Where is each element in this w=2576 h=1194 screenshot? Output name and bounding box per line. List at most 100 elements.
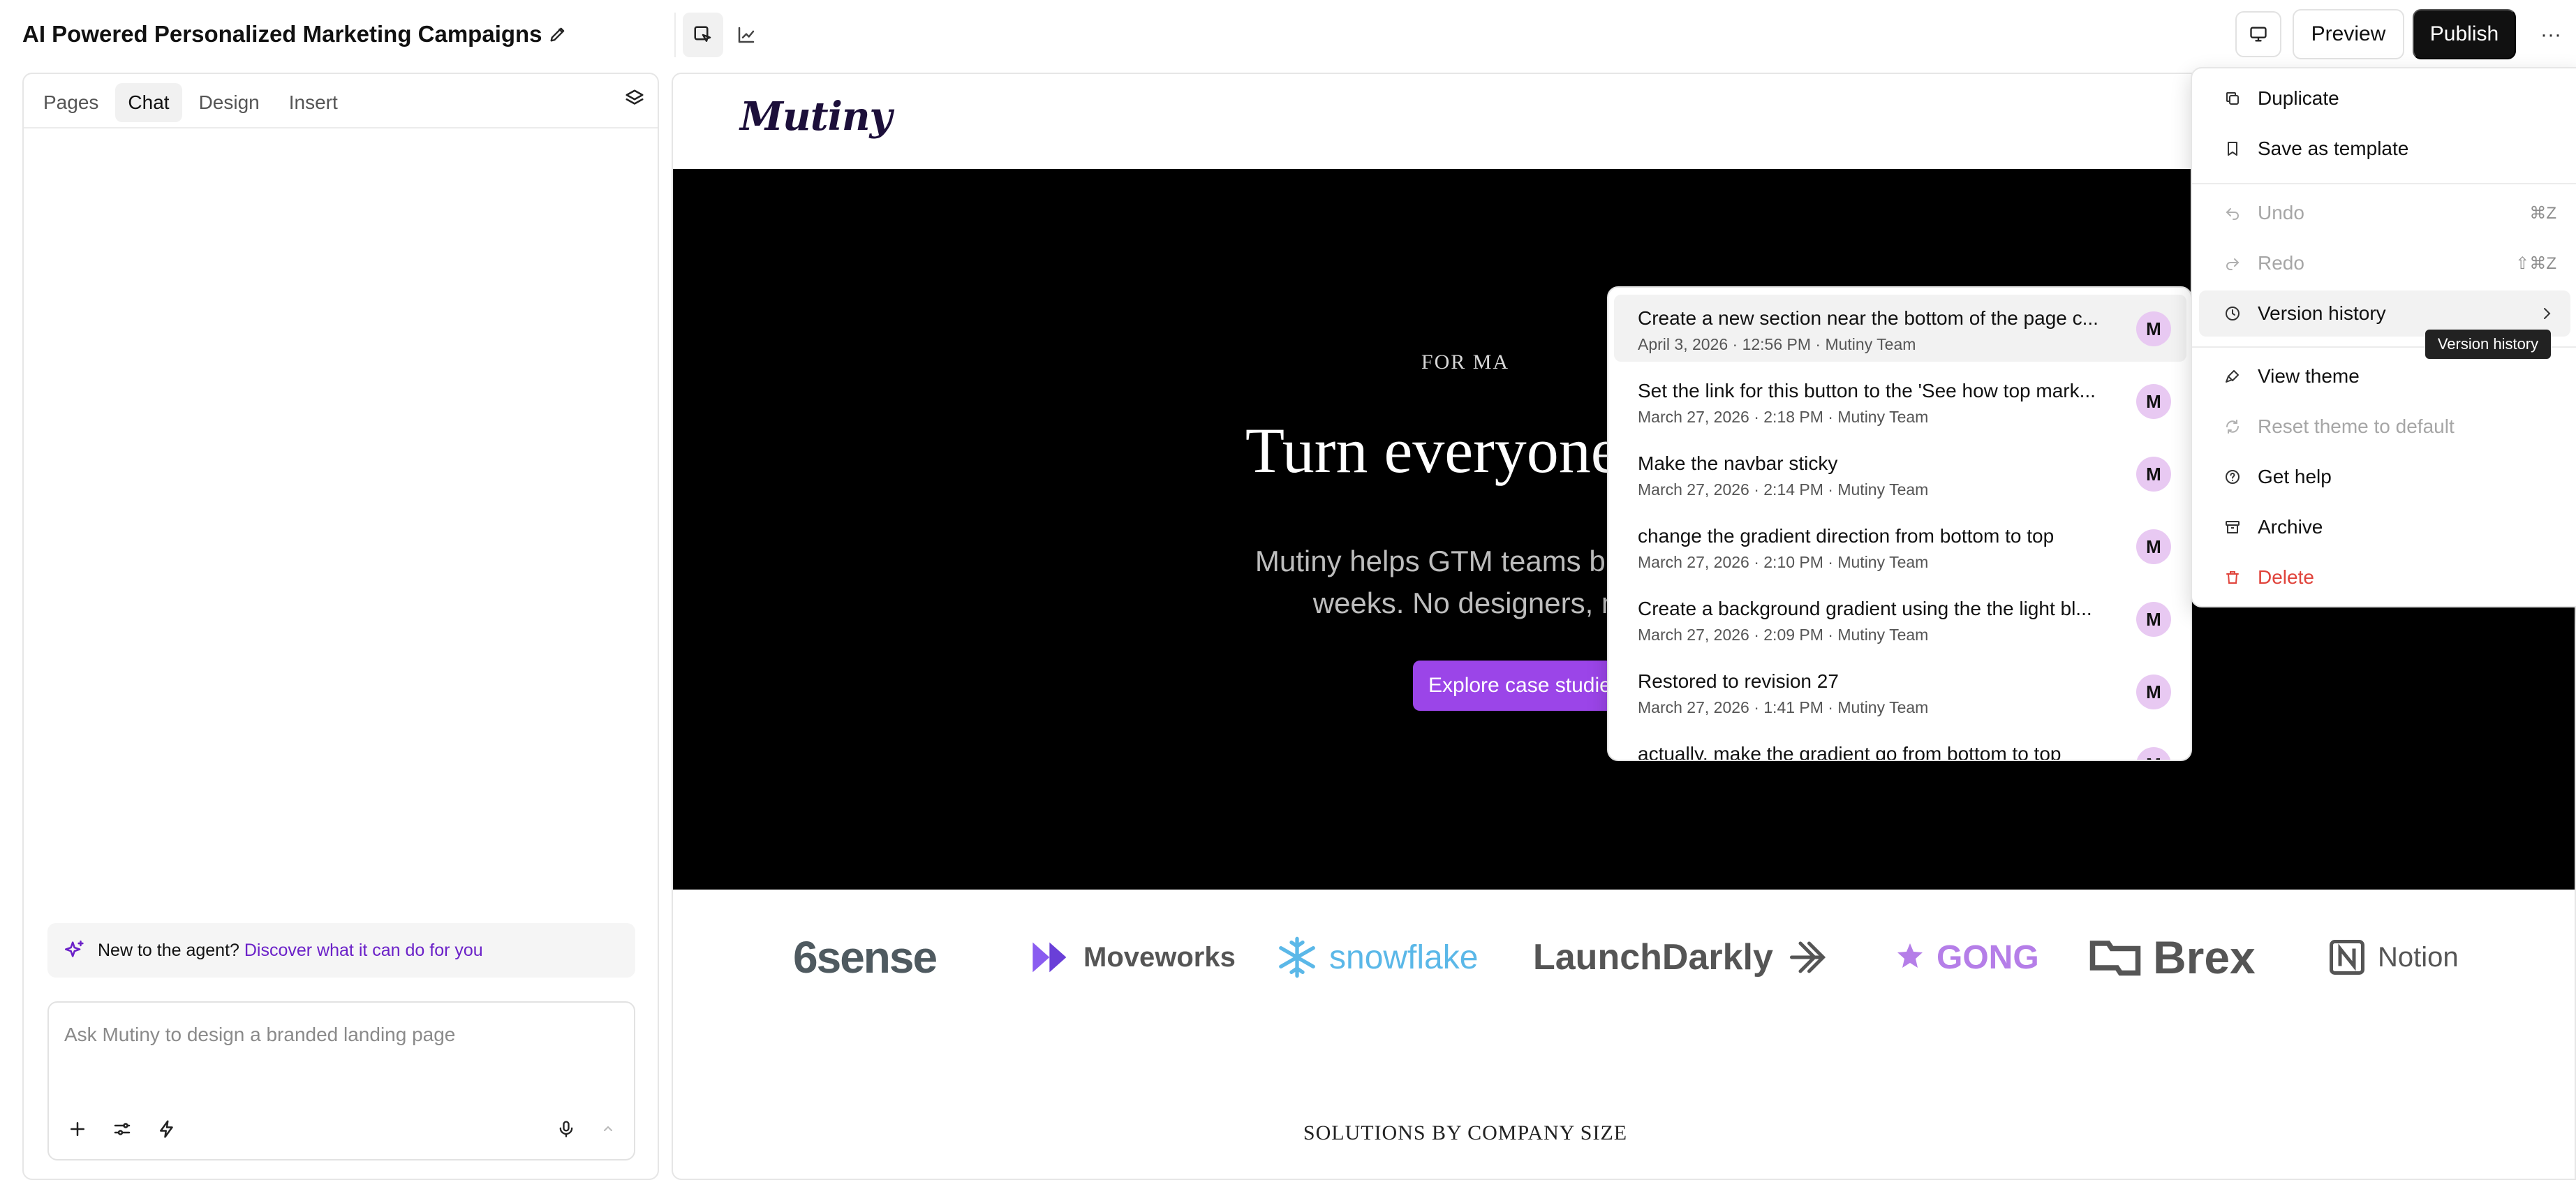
menu-label: Archive bbox=[2258, 516, 2323, 538]
monitor-icon bbox=[2250, 27, 2267, 42]
agent-banner-lead: New to the agent? bbox=[98, 940, 239, 960]
add-attachment-button[interactable] bbox=[59, 1110, 96, 1148]
select-tool-button[interactable] bbox=[683, 13, 723, 57]
undo-icon bbox=[2224, 205, 2241, 221]
brex-mark-icon bbox=[2089, 941, 2141, 976]
clock-icon bbox=[2224, 305, 2241, 322]
version-history-tooltip: Version history bbox=[2425, 330, 2551, 359]
version-history-item[interactable]: actually, make the gradient go from bott… bbox=[1614, 730, 2186, 760]
undo-shortcut: ⌘Z bbox=[2529, 203, 2556, 223]
logo-gong-text: GONG bbox=[1937, 938, 2039, 976]
redo-shortcut: ⇧⌘Z bbox=[2515, 253, 2556, 273]
version-title: Set the link for this button to the 'See… bbox=[1638, 380, 2096, 401]
menu-label: Undo bbox=[2258, 202, 2304, 223]
menu-item-redo[interactable]: Redo ⇧⌘Z bbox=[2199, 240, 2570, 286]
chat-settings-button[interactable] bbox=[103, 1110, 141, 1148]
version-history-item[interactable]: change the gradient direction from botto… bbox=[1614, 513, 2186, 580]
redo-icon bbox=[2224, 255, 2241, 272]
menu-item-archive[interactable]: Archive bbox=[2199, 504, 2570, 550]
logo-brex: Brex bbox=[2087, 912, 2256, 1003]
tab-pages[interactable]: Pages bbox=[31, 83, 111, 122]
version-history-item[interactable]: Make the navbar sticky March 27, 2026 · … bbox=[1614, 440, 2186, 507]
device-preview-button[interactable] bbox=[2235, 11, 2281, 57]
voice-input-button[interactable] bbox=[547, 1110, 585, 1148]
logo-moveworks: Moveworks bbox=[1029, 912, 1236, 1003]
version-title: change the gradient direction from botto… bbox=[1638, 525, 2055, 547]
menu-item-view-theme[interactable]: View theme bbox=[2199, 353, 2570, 399]
canvas-tools bbox=[674, 13, 773, 57]
archive-icon bbox=[2224, 519, 2241, 536]
menu-item-duplicate[interactable]: Duplicate bbox=[2199, 75, 2570, 121]
version-history-popover: Create a new section near the bottom of … bbox=[1607, 286, 2192, 761]
brush-icon bbox=[2224, 368, 2241, 385]
snowflake-icon bbox=[1279, 936, 1315, 978]
menu-item-save-template[interactable]: Save as template bbox=[2199, 126, 2570, 172]
layers-icon bbox=[626, 89, 644, 105]
analytics-tool-button[interactable] bbox=[726, 13, 767, 57]
discover-agent-link[interactable]: Discover what it can do for you bbox=[244, 941, 483, 960]
top-bar: AI Powered Personalized Marketing Campai… bbox=[0, 0, 2576, 70]
version-title: Restored to revision 27 bbox=[1638, 670, 1839, 692]
menu-label: Save as template bbox=[2258, 138, 2409, 159]
layers-button[interactable] bbox=[617, 81, 652, 116]
version-title: Make the navbar sticky bbox=[1638, 452, 1838, 474]
avatar: M bbox=[2136, 529, 2171, 564]
logo-notion-text: Notion bbox=[2378, 941, 2459, 973]
logo-snowflake: snowflake bbox=[1275, 912, 1478, 1003]
tab-insert[interactable]: Insert bbox=[276, 83, 350, 122]
moveworks-mark-icon bbox=[1032, 942, 1067, 973]
lightning-icon bbox=[160, 1120, 173, 1138]
version-meta: March 27, 2026 · 1:41 PM · Mutiny Team bbox=[1638, 698, 1929, 716]
trash-icon bbox=[2224, 569, 2241, 586]
version-history-item[interactable]: Restored to revision 27 March 27, 2026 ·… bbox=[1614, 658, 2186, 725]
menu-item-delete[interactable]: Delete bbox=[2199, 554, 2570, 600]
chat-tools bbox=[59, 1110, 186, 1148]
version-meta: March 27, 2026 · 2:18 PM · Mutiny Team bbox=[1638, 408, 1929, 426]
arrow-right-icon bbox=[1789, 941, 1826, 973]
microphone-icon bbox=[559, 1121, 573, 1137]
menu-item-reset-theme[interactable]: Reset theme to default bbox=[2199, 404, 2570, 450]
more-options-button[interactable]: ··· bbox=[2534, 18, 2568, 52]
solutions-section-label: SOLUTIONS BY COMPANY SIZE bbox=[1303, 1121, 1628, 1144]
menu-label: Redo bbox=[2258, 252, 2304, 274]
logo-moveworks-text: Moveworks bbox=[1083, 941, 1236, 973]
bookmark-icon bbox=[2224, 140, 2241, 157]
chat-input[interactable]: Ask Mutiny to design a branded landing p… bbox=[64, 1024, 455, 1046]
panel-divider bbox=[24, 127, 658, 128]
panel-tabs: Pages Chat Design Insert bbox=[31, 81, 651, 124]
menu-label: Get help bbox=[2258, 466, 2332, 487]
version-history-item[interactable]: Create a new section near the bottom of … bbox=[1614, 295, 2186, 362]
logo-snowflake-text: snowflake bbox=[1329, 938, 1479, 976]
menu-item-get-help[interactable]: Get help bbox=[2199, 454, 2570, 500]
reset-icon bbox=[2224, 418, 2241, 435]
menu-item-undo[interactable]: Undo ⌘Z bbox=[2199, 190, 2570, 236]
quick-actions-button[interactable] bbox=[148, 1110, 186, 1148]
chat-composer: Ask Mutiny to design a branded landing p… bbox=[47, 1001, 635, 1160]
cursor-select-icon bbox=[694, 26, 711, 42]
menu-label: Version history bbox=[2258, 302, 2386, 324]
version-history-item[interactable]: Set the link for this button to the 'See… bbox=[1614, 367, 2186, 434]
tab-design[interactable]: Design bbox=[186, 83, 272, 122]
sparkles-icon bbox=[64, 940, 84, 957]
logo-gong: GONG bbox=[1893, 912, 2039, 1003]
menu-label: View theme bbox=[2258, 365, 2360, 387]
version-history-item[interactable]: Create a background gradient using the t… bbox=[1614, 585, 2186, 652]
page-title: AI Powered Personalized Marketing Campai… bbox=[22, 21, 542, 47]
logo-6sense-text: 6sense bbox=[793, 932, 938, 982]
edit-title-button[interactable] bbox=[545, 21, 571, 47]
tab-chat[interactable]: Chat bbox=[115, 83, 182, 122]
avatar: M bbox=[2136, 675, 2171, 709]
logo-brex-text: Brex bbox=[2153, 931, 2256, 983]
site-logo[interactable]: Mutiny bbox=[740, 94, 892, 140]
logo-launchdarkly-text: LaunchDarkly bbox=[1533, 937, 1773, 978]
preview-button[interactable]: Preview bbox=[2293, 9, 2404, 59]
send-message-button[interactable] bbox=[589, 1110, 627, 1148]
menu-label: Reset theme to default bbox=[2258, 415, 2455, 437]
chart-trend-icon bbox=[738, 27, 755, 43]
publish-button[interactable]: Publish bbox=[2413, 9, 2516, 59]
chevron-up-icon bbox=[604, 1126, 612, 1131]
avatar: M bbox=[2136, 311, 2171, 346]
version-meta: March 27, 2026 · 2:10 PM · Mutiny Team bbox=[1638, 553, 1929, 571]
version-meta: March 27, 2026 · 2:09 PM · Mutiny Team bbox=[1638, 626, 1929, 644]
logo-launchdarkly: LaunchDarkly bbox=[1533, 912, 1832, 1003]
